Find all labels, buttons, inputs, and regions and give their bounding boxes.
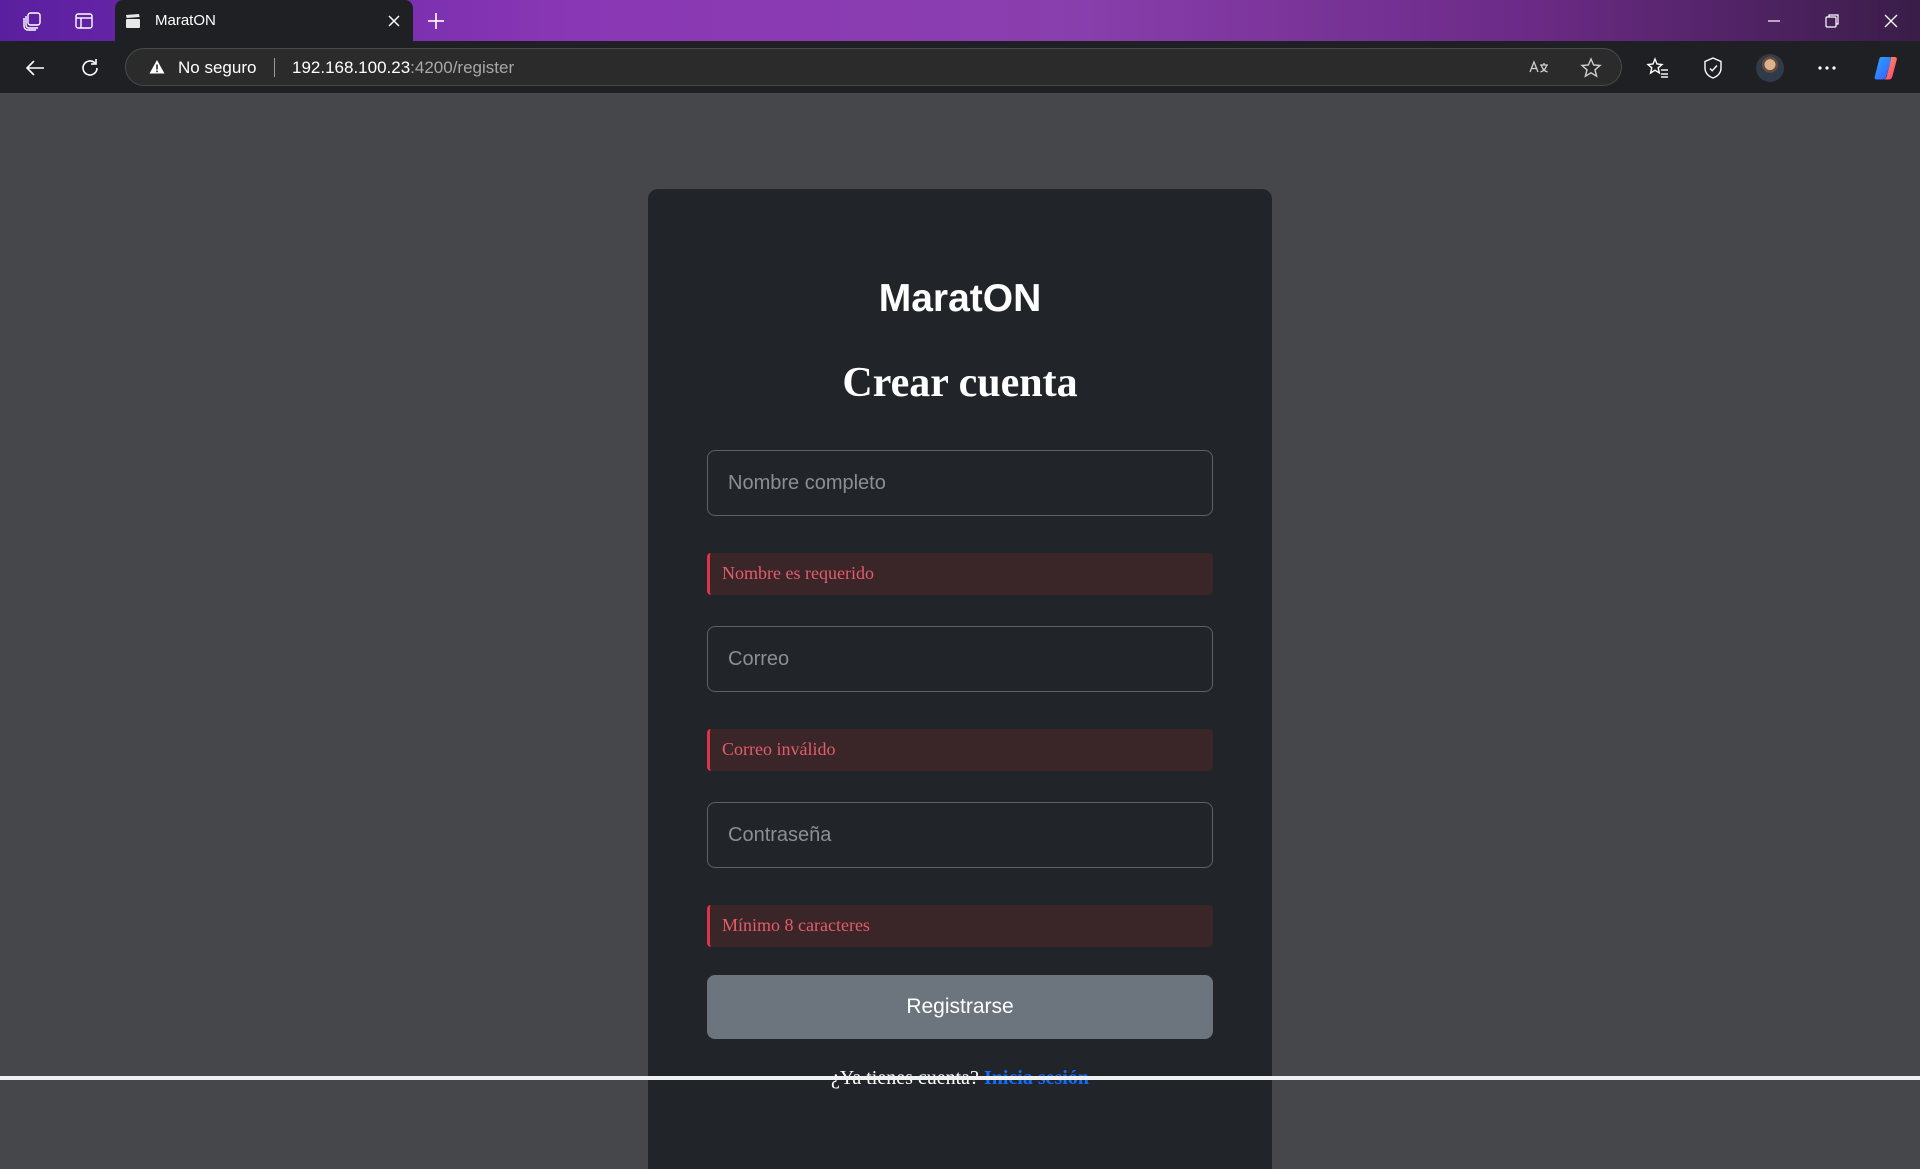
address-bar[interactable]: No seguro 192.168.100.23:4200/register [125, 48, 1622, 86]
address-divider [274, 58, 275, 77]
refresh-icon[interactable] [76, 54, 104, 82]
register-card: MaratON Crear cuenta Nombre es requerido… [648, 189, 1272, 1169]
password-input[interactable] [707, 802, 1213, 868]
full-name-input[interactable] [707, 450, 1213, 516]
close-window-icon[interactable] [1862, 0, 1920, 41]
favorites-icon[interactable] [1643, 53, 1673, 83]
star-icon[interactable] [1580, 57, 1602, 79]
restore-icon[interactable] [1803, 0, 1861, 41]
title-bar: MaratON [0, 0, 1920, 41]
new-tab-icon[interactable] [423, 8, 449, 34]
browser-toolbar: No seguro 192.168.100.23:4200/register [0, 41, 1920, 93]
browser-essentials-icon[interactable] [1698, 53, 1728, 83]
brand-logo-text: MaratON [878, 277, 1042, 320]
password-error-message: Mínimo 8 caracteres [707, 905, 1213, 947]
url-text[interactable]: 192.168.100.23:4200/register [292, 58, 514, 78]
tab-actions-icon[interactable] [19, 8, 45, 34]
more-options-icon[interactable] [1812, 53, 1842, 83]
tab-title: MaratON [155, 12, 216, 29]
email-error-message: Correo inválido [707, 729, 1213, 771]
warning-icon[interactable] [149, 59, 165, 75]
page-viewport: MaratON Crear cuenta Nombre es requerido… [0, 93, 1920, 1169]
page-title: Crear cuenta [842, 360, 1078, 406]
bottom-edge [0, 1076, 1920, 1080]
translate-icon[interactable] [1528, 57, 1550, 79]
email-input[interactable] [707, 626, 1213, 692]
browser-tab[interactable]: MaratON [115, 0, 413, 41]
register-button[interactable]: Registrarse [707, 975, 1213, 1039]
name-error-message: Nombre es requerido [707, 553, 1213, 595]
clapperboard-icon [124, 12, 142, 30]
back-arrow-icon[interactable] [21, 54, 49, 82]
security-label[interactable]: No seguro [178, 58, 256, 78]
minimize-icon[interactable] [1745, 0, 1803, 41]
profile-avatar[interactable] [1756, 54, 1784, 82]
copilot-icon[interactable] [1871, 53, 1901, 83]
close-tab-icon[interactable] [383, 10, 405, 32]
url-path: :4200/register [410, 58, 515, 77]
vertical-tabs-icon[interactable] [71, 8, 97, 34]
url-host: 192.168.100.23 [292, 58, 411, 77]
